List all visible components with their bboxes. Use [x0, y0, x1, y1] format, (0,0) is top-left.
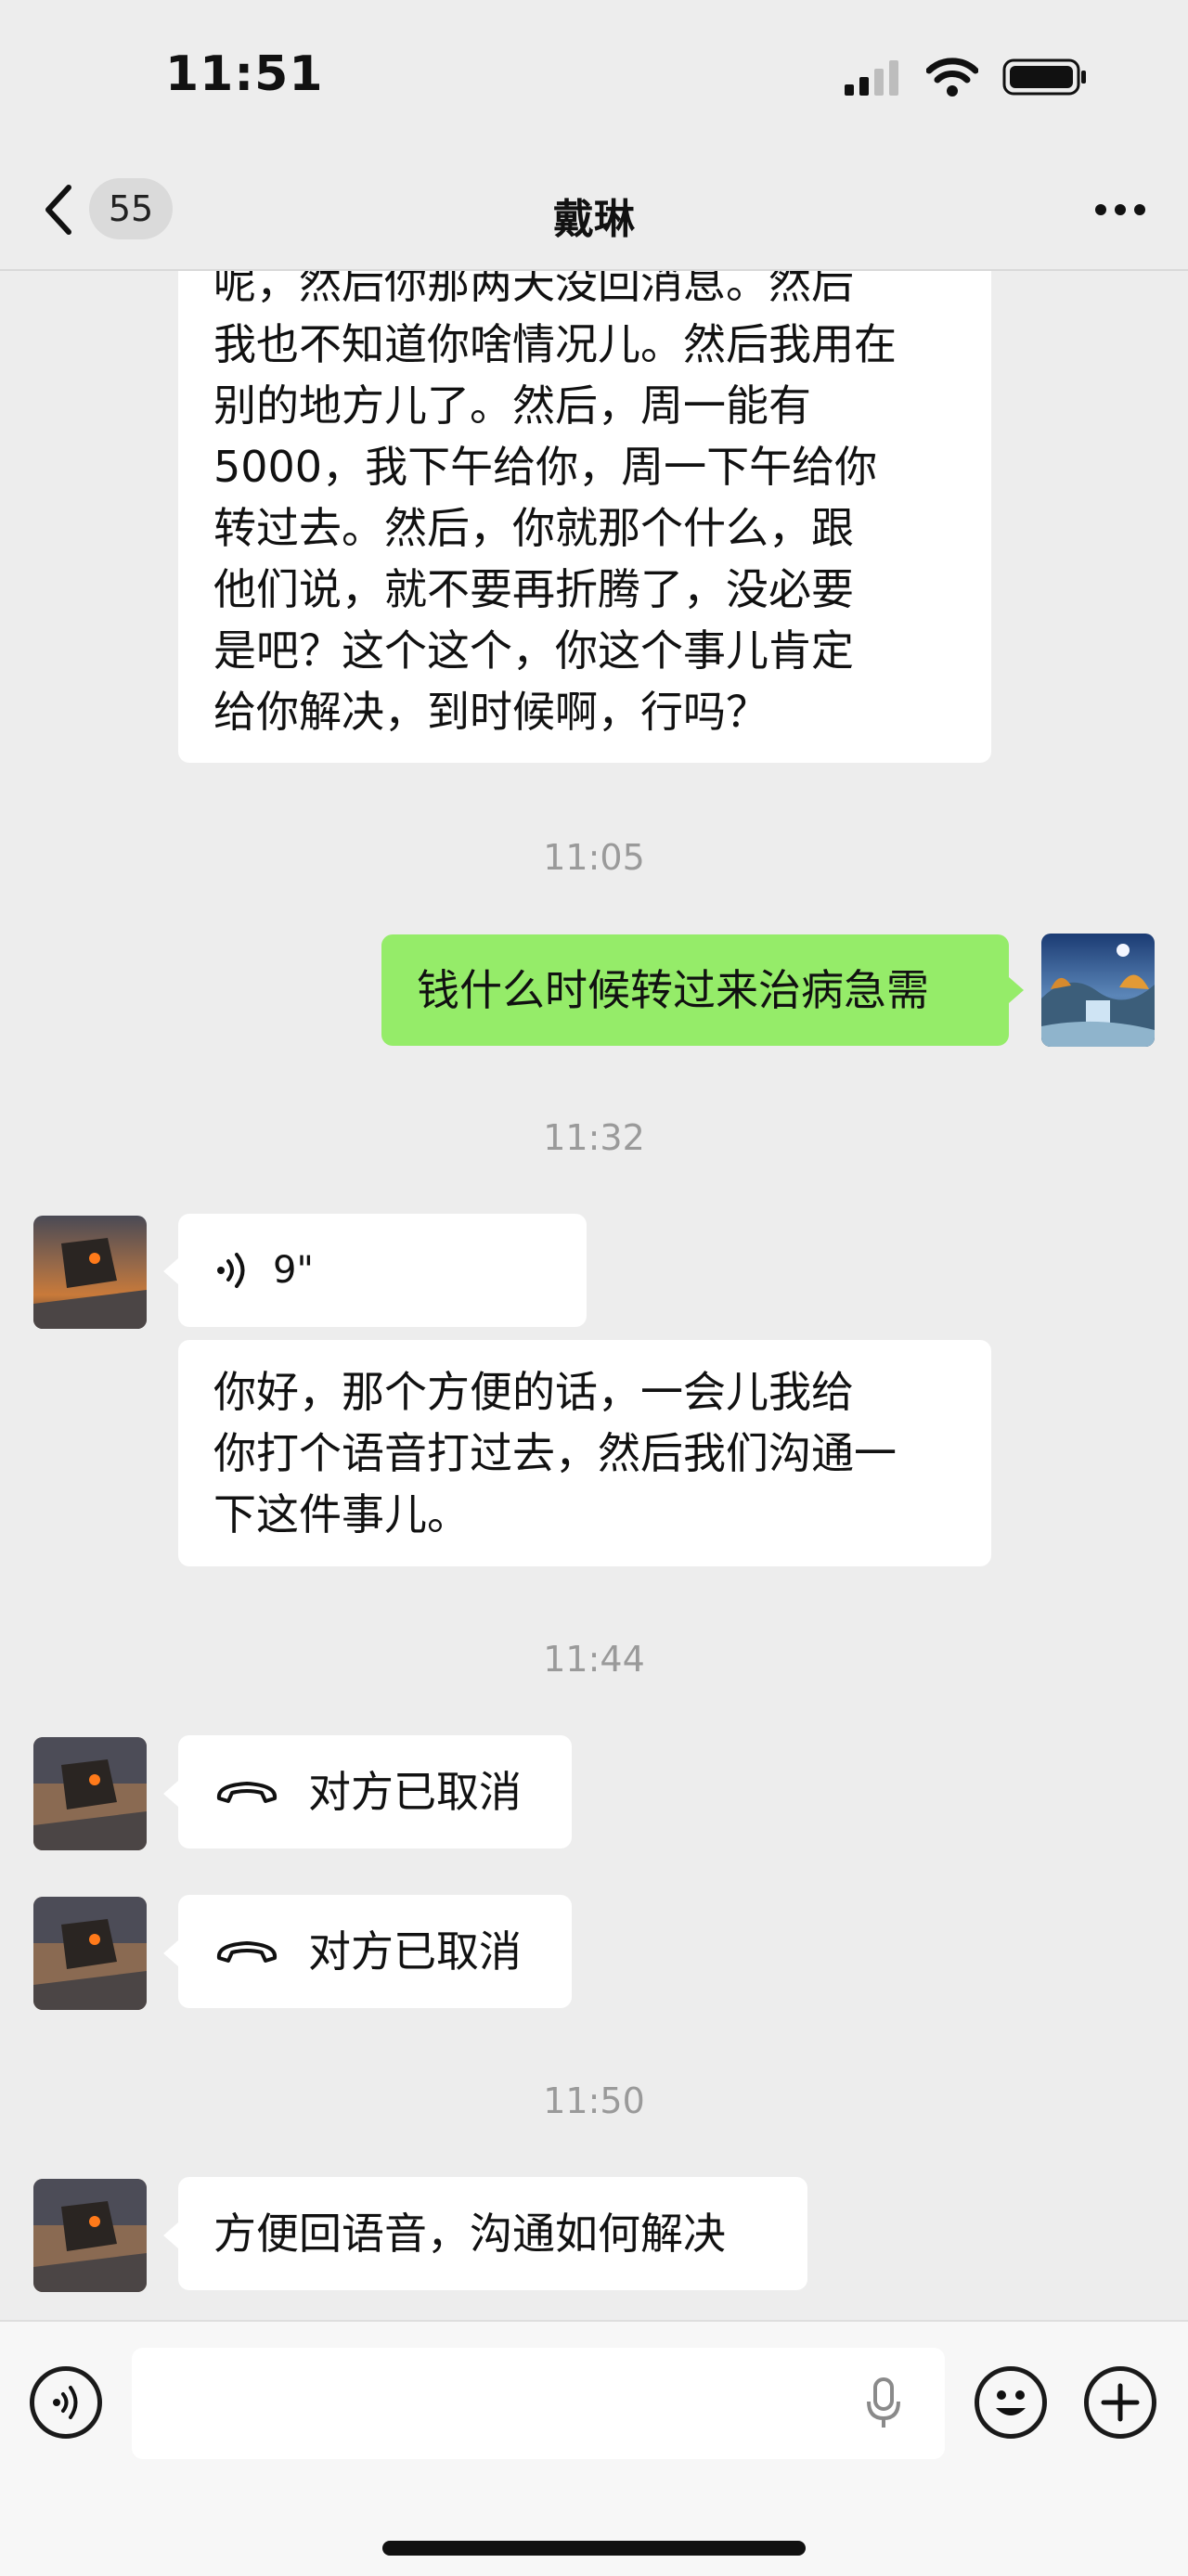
- message-line: 别的地方儿了。然后，周一能有: [213, 380, 811, 431]
- voice-wave-icon: [217, 1253, 245, 1288]
- emoji-button[interactable]: [975, 2366, 1047, 2439]
- message-line: 下这件事儿。: [213, 1489, 470, 1539]
- emoji-icon: [996, 2390, 1026, 2415]
- bubble-tail: [1009, 977, 1024, 1003]
- message-timestamp: 11:44: [543, 1639, 645, 1680]
- voice-input-button[interactable]: [30, 2366, 102, 2439]
- message-line: 你打个语音打过去，然后我们沟通一: [213, 1428, 897, 1478]
- message-timestamp: 11:05: [543, 837, 645, 878]
- message-bubble-received[interactable]: 方便回语音，沟通如何解决: [178, 2177, 807, 2290]
- chat-area[interactable]: 呢，然后你那两天没回消息。然后 我也不知道你啥情况儿。然后我用在 别的地方儿了。…: [0, 271, 1188, 2320]
- bubble-tail: [163, 2222, 178, 2248]
- bubble-tail: [163, 1781, 178, 1807]
- message-timestamp: 11:32: [543, 1117, 645, 1158]
- voice-duration: 9": [273, 1249, 314, 1292]
- status-bar: 11:51: [0, 0, 1188, 158]
- call-record-bubble[interactable]: 对方已取消: [178, 1895, 572, 2008]
- message-line: 是吧？这个这个，你这个事儿肯定: [213, 625, 854, 676]
- add-icon: [1101, 2383, 1140, 2422]
- call-status-text: 对方已取消: [308, 1926, 522, 1977]
- bubble-tail: [163, 1940, 178, 1966]
- contact-avatar[interactable]: [33, 1737, 147, 1850]
- message-line: 你好，那个方便的话，一会儿我给: [213, 1367, 854, 1417]
- input-bar: [0, 2320, 1188, 2576]
- message-line: 给你解决，到时候啊，行吗？: [213, 687, 768, 737]
- message-bubble-received[interactable]: 你好，那个方便的话，一会儿我给 你打个语音打过去，然后我们沟通一 下这件事儿。: [178, 1340, 991, 1566]
- message-timestamp: 11:50: [543, 2080, 645, 2121]
- more-icon[interactable]: [1093, 191, 1147, 228]
- add-button[interactable]: [1084, 2366, 1156, 2439]
- signal-icon: [845, 60, 898, 96]
- microphone-icon[interactable]: [865, 2376, 902, 2431]
- voice-message-bubble[interactable]: 9": [178, 1214, 587, 1327]
- message-bubble-received[interactable]: 呢，然后你那两天没回消息。然后 我也不知道你啥情况儿。然后我用在 别的地方儿了。…: [178, 271, 991, 763]
- status-icons: [843, 58, 1088, 97]
- voice-input-icon: [53, 2386, 78, 2419]
- message-line: 他们说，就不要再折腾了，没必要: [213, 564, 854, 614]
- message-text: 方便回语音，沟通如何解决: [213, 2209, 726, 2259]
- battery-icon: [1002, 58, 1086, 96]
- my-avatar[interactable]: [1041, 934, 1155, 1047]
- contact-avatar[interactable]: [33, 1897, 147, 2010]
- message-bubble-sent[interactable]: 钱什么时候转过来治病急需: [381, 934, 1009, 1046]
- call-status-text: 对方已取消: [308, 1767, 522, 1817]
- hangup-phone-icon: [216, 1941, 278, 1963]
- contact-avatar[interactable]: [33, 2179, 147, 2292]
- chat-title: 戴琳: [553, 196, 635, 243]
- home-indicator[interactable]: [382, 2541, 806, 2556]
- status-time: 11:51: [165, 46, 324, 102]
- message-input[interactable]: [132, 2348, 945, 2459]
- call-record-bubble[interactable]: 对方已取消: [178, 1735, 572, 1848]
- hangup-phone-icon: [216, 1782, 278, 1803]
- nav-bar: 55 戴琳: [0, 158, 1188, 271]
- message-line: 我也不知道你啥情况儿。然后我用在: [213, 319, 897, 369]
- wifi-icon: [926, 58, 978, 97]
- message-line: 转过去。然后，你就那个什么，跟: [213, 503, 854, 553]
- message-line: 呢，然后你那两天没回消息。然后: [213, 271, 854, 308]
- contact-avatar[interactable]: [33, 1216, 147, 1329]
- message-line: 5000，我下午给你，周一下午给你: [213, 442, 878, 492]
- bubble-tail: [163, 1258, 178, 1284]
- message-text: 钱什么时候转过来治病急需: [417, 965, 929, 1015]
